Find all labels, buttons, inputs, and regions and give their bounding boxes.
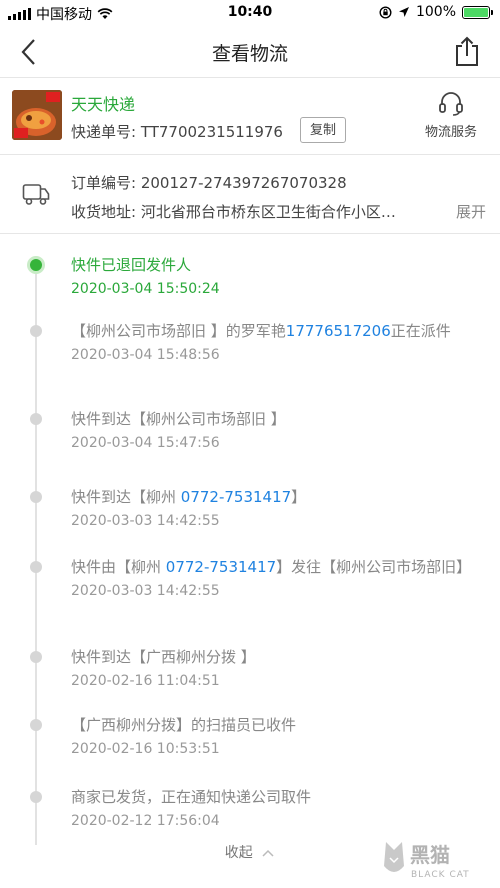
delivery-address: 收货地址: 河北省邢台市桥东区卫生街合作小区… xyxy=(71,203,396,221)
event-text-tail: 】 xyxy=(291,488,307,506)
share-icon[interactable] xyxy=(452,35,482,67)
timeline-dot xyxy=(30,651,42,663)
timeline-event-time: 2020-02-16 10:53:51 xyxy=(71,741,220,757)
orientation-lock-icon xyxy=(379,5,392,19)
headset-icon xyxy=(439,92,463,116)
timeline-event-time: 2020-02-12 17:56:04 xyxy=(71,813,220,829)
event-text: 快件由【柳州 xyxy=(71,558,166,576)
timeline-dot xyxy=(30,491,42,503)
event-text: 【广西柳州分拨】的扫描员已收件 xyxy=(71,716,297,734)
page-title: 查看物流 xyxy=(211,43,288,65)
event-text: 商家已发货，正在通知快递公司取件 xyxy=(71,788,312,806)
logistics-service-label: 物流服务 xyxy=(424,125,477,140)
timeline-event-time: 2020-03-04 15:50:24 xyxy=(71,281,220,297)
svg-text:黑猫: 黑猫 xyxy=(410,843,450,867)
order-number: 订单编号: 200127-274397267070328 xyxy=(71,174,347,192)
express-card: 天天快递 快递单号: TT7700231511976 复制 物流服务 xyxy=(0,79,500,155)
phone-link[interactable]: 0772-7531417 xyxy=(181,488,291,506)
nav-bar: 查看物流 xyxy=(0,26,500,78)
copy-button[interactable]: 复制 xyxy=(300,117,347,143)
collapse-label: 收起 xyxy=(224,845,253,861)
event-text: 快件到达【柳州 xyxy=(71,488,181,506)
timeline-event-time: 2020-03-03 14:42:55 xyxy=(71,583,220,599)
event-text: 【柳州公司市场部旧 】的罗军艳 xyxy=(71,322,286,340)
timeline-event-time: 2020-03-04 15:47:56 xyxy=(71,435,220,451)
status-right: 100% xyxy=(379,4,493,20)
blackcat-watermark-logo: 黑猫 BLACK CAT xyxy=(384,842,470,880)
chevron-up-icon xyxy=(262,849,274,857)
timeline-event-text: 快件由【柳州 0772-7531417】发往【柳州公司市场部旧】 xyxy=(71,555,486,579)
timeline-dot xyxy=(30,791,42,803)
courier-company: 天天快递 xyxy=(71,95,136,114)
battery-percent: 100% xyxy=(415,4,456,20)
phone-link[interactable]: 17776517206 xyxy=(286,322,391,340)
event-text: 快件已退回发件人 xyxy=(71,256,192,274)
timeline-event-time: 2020-03-03 14:42:55 xyxy=(71,513,220,529)
timeline-dot xyxy=(30,561,42,573)
waybill-number: 快递单号: TT7700231511976 xyxy=(71,123,283,141)
timeline-dot xyxy=(30,325,42,337)
svg-text:BLACK CAT: BLACK CAT xyxy=(411,870,470,880)
event-text-tail: 】发往【柳州公司市场部旧】 xyxy=(276,558,472,576)
timeline-event-time: 2020-03-04 15:48:56 xyxy=(71,347,220,363)
logistics-service-button[interactable]: 物流服务 xyxy=(416,89,486,140)
expand-link[interactable]: 展开 xyxy=(456,201,486,222)
timeline-event-text: 快件到达【柳州 0772-7531417】 xyxy=(71,485,486,509)
battery-icon xyxy=(462,5,493,19)
order-info: 订单编号: 200127-274397267070328 收货地址: 河北省邢台… xyxy=(0,156,500,234)
timeline-dot-active xyxy=(27,256,45,274)
location-arrow-icon xyxy=(398,7,409,17)
event-text: 快件到达【柳州公司市场部旧 】 xyxy=(71,410,286,428)
truck-icon xyxy=(22,184,50,205)
tracking-timeline: 快件已退回发件人 2020-03-04 15:50:24 【柳州公司市场部旧 】的罗… xyxy=(0,235,500,855)
timeline-event-time: 2020-02-16 11:04:51 xyxy=(71,673,220,689)
timeline-event-text: 【广西柳州分拨】的扫描员已收件 xyxy=(71,713,486,737)
timeline-event-text: 快件已退回发件人 xyxy=(71,253,486,277)
status-bar: 中国移动 10:40 100% xyxy=(0,0,500,26)
timeline-event-text: 快件到达【柳州公司市场部旧 】 xyxy=(71,407,486,431)
timeline-dot xyxy=(30,719,42,731)
timeline-event-text: 【柳州公司市场部旧 】的罗军艳17776517206正在派件 xyxy=(71,319,486,343)
timeline-event-text: 商家已发货，正在通知快递公司取件 xyxy=(71,785,486,809)
timeline-event-text: 快件到达【广西柳州分拨 】 xyxy=(71,645,486,669)
timeline-line xyxy=(35,265,37,845)
event-text: 快件到达【广西柳州分拨 】 xyxy=(71,648,256,666)
timeline-dot xyxy=(30,413,42,425)
battery-fill xyxy=(464,7,488,17)
phone-link[interactable]: 0772-7531417 xyxy=(166,558,276,576)
event-text-tail: 正在派件 xyxy=(390,322,451,340)
product-thumbnail[interactable] xyxy=(12,90,62,140)
